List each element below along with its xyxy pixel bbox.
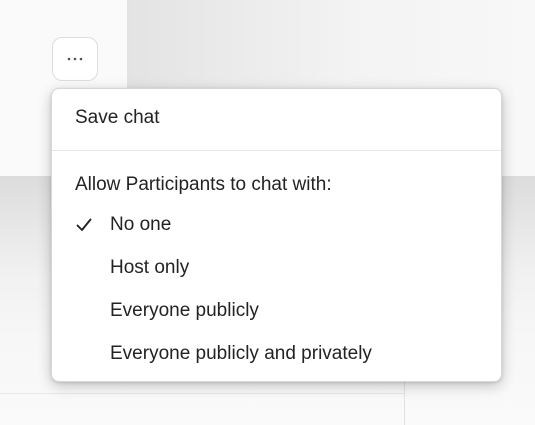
more-options-button[interactable]	[52, 37, 98, 81]
chat-options-menu: Save chat Allow Participants to chat wit…	[51, 88, 502, 382]
option-no-one[interactable]: No one	[110, 214, 171, 236]
save-chat-menu-item[interactable]: Save chat	[75, 107, 160, 129]
menu-divider	[52, 150, 501, 151]
option-host-only[interactable]: Host only	[110, 257, 189, 279]
option-everyone-publicly[interactable]: Everyone publicly	[110, 300, 259, 322]
background-divider-horizontal	[0, 393, 404, 394]
ellipsis-icon	[67, 57, 83, 61]
checkmark-icon	[76, 218, 92, 231]
option-everyone-publicly-and-privately[interactable]: Everyone publicly and privately	[110, 343, 372, 365]
allow-participants-label: Allow Participants to chat with:	[75, 174, 332, 195]
